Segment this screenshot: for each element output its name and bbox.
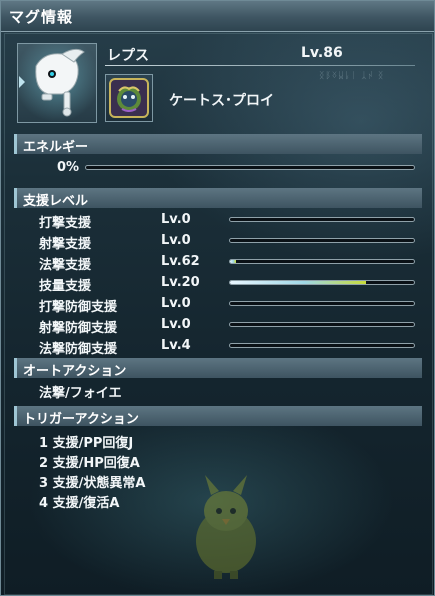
mag-portrait-icon (18, 44, 96, 122)
trigger-action-item-1: 1 支援/PP回復J (39, 436, 134, 451)
support-stat-bar (229, 343, 415, 348)
support-stat-name: 打撃支援 (39, 216, 92, 231)
auto-action-section-header: オートアクション (14, 358, 422, 379)
energy-value: 0% (57, 160, 80, 175)
support-stat-name: 法撃支援 (39, 258, 92, 273)
mag-info-window: マグ情報 ᛝᚱᛟᛗᚨᛁ ᛉᛋ ᛝ レプス Lv.86 ケートス･プロイ エネルギ… (0, 0, 435, 596)
support-stat-bar (229, 238, 415, 243)
trigger-action-item-2: 2 支援/HP回復A (39, 456, 140, 471)
support-stat-level: Lv.0 (161, 212, 191, 227)
energy-bar (85, 165, 415, 170)
name-divider (105, 65, 415, 66)
support-stat-bar (229, 217, 415, 222)
support-stat-level: Lv.0 (161, 233, 191, 248)
support-stat-bar (229, 301, 415, 306)
support-stat-name: 法撃防御支援 (39, 342, 118, 357)
mag-level: Lv.86 (301, 45, 343, 61)
support-header-label: 支援レベル (23, 194, 89, 209)
support-stat-level: Lv.20 (161, 275, 200, 290)
support-stat-level: Lv.62 (161, 254, 200, 269)
auto-action-header-label: オートアクション (23, 364, 127, 379)
support-stat-level: Lv.0 (161, 317, 191, 332)
background-rappy-decoration (196, 475, 256, 579)
support-stat-bar (229, 322, 415, 327)
photon-blast-icon (109, 78, 149, 118)
trigger-action-section-header: トリガーアクション (14, 406, 422, 427)
support-stat-name: 打撃防御支援 (39, 300, 118, 315)
photon-blast-name: ケートス･プロイ (169, 93, 274, 109)
support-stat-name: 技量支援 (39, 279, 92, 294)
energy-header-label: エネルギー (23, 140, 89, 155)
support-stat-name: 射撃支援 (39, 237, 92, 252)
support-stat-bar-fill (230, 260, 236, 263)
background-rune-text: ᛝᚱᛟᛗᚨᛁ ᛉᛋ ᛝ (319, 69, 385, 79)
support-stat-level: Lv.4 (161, 338, 191, 353)
support-stat-bar (229, 280, 415, 285)
mag-portrait[interactable] (17, 43, 97, 123)
support-stat-bar (229, 259, 415, 264)
mag-name: レプス (107, 48, 149, 64)
trigger-action-header-label: トリガーアクション (23, 412, 139, 427)
portrait-arrow-icon (19, 76, 25, 88)
energy-section-header: エネルギー (14, 134, 422, 155)
support-stat-name: 射撃防御支援 (39, 321, 118, 336)
support-stat-bar-fill (230, 281, 367, 284)
title-bar: マグ情報 (1, 1, 434, 32)
support-stat-level: Lv.0 (161, 296, 191, 311)
trigger-action-item-4: 4 支援/復活A (39, 496, 120, 511)
support-section-header: 支援レベル (14, 188, 422, 209)
window-title: マグ情報 (9, 8, 74, 26)
photon-blast-slot[interactable] (105, 74, 153, 122)
auto-action-item: 法撃/フォイエ (39, 386, 122, 401)
trigger-action-item-3: 3 支援/状態異常A (39, 476, 146, 491)
